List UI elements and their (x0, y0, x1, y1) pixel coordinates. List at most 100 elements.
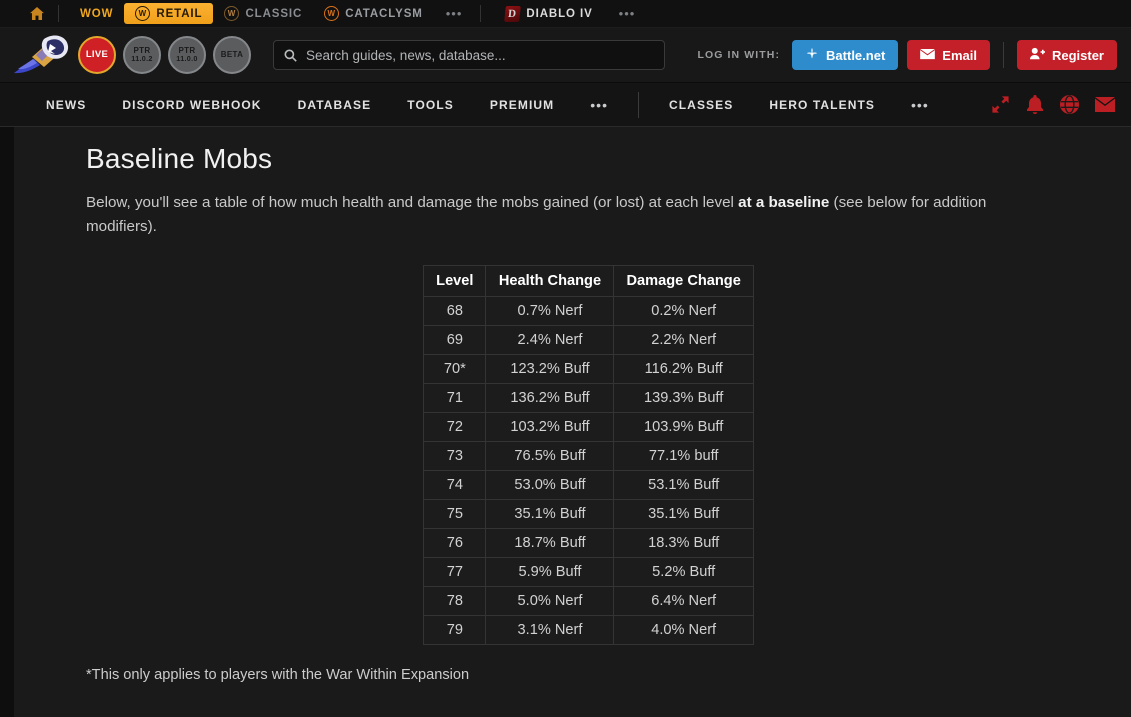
gamebar-label: CATACLYSM (345, 7, 423, 20)
cell-level: 72 (423, 412, 487, 442)
cell-damage-change: 77.1% buff (613, 441, 754, 471)
cell-health-change: 103.2% Buff (485, 412, 615, 442)
main-header-bar: LIVE PTR 11.0.2 PTR 11.0.0 BETA LOG IN W… (0, 28, 1131, 83)
envelope-icon[interactable] (1095, 97, 1115, 112)
table-row: 78 5.0% Nerf 6.4% Nerf (423, 586, 754, 616)
column-header-level: Level (423, 265, 487, 297)
gamebar-item-diablo4[interactable]: D DIABLO IV (491, 3, 606, 24)
wowhead-logo[interactable] (10, 33, 72, 77)
gamebar-item-wow[interactable]: WOW (69, 3, 124, 24)
cell-health-change: 3.1% Nerf (485, 615, 615, 645)
cell-level: 76 (423, 528, 487, 558)
battlenet-icon (805, 47, 819, 64)
gamebar-label: DIABLO IV (526, 7, 593, 20)
cell-health-change: 18.7% Buff (485, 528, 615, 558)
column-header-health-change: Health Change (485, 265, 615, 297)
bell-icon[interactable] (1026, 95, 1044, 114)
home-icon[interactable] (22, 0, 52, 28)
table-row: 74 53.0% Buff 53.1% Buff (423, 470, 754, 500)
search-input[interactable] (306, 47, 654, 63)
diablo-overflow-menu[interactable]: ••• (607, 7, 648, 20)
realm-version: 11.0.2 (131, 54, 153, 64)
gamebar-divider-2 (480, 5, 482, 22)
cell-damage-change: 4.0% Nerf (613, 615, 754, 645)
realm-label: LIVE (85, 49, 109, 61)
cell-health-change: 5.0% Nerf (485, 586, 615, 616)
gamebar-item-cataclysm[interactable]: W CATACLYSM (313, 3, 434, 24)
cell-health-change: 53.0% Buff (485, 470, 615, 500)
realm-beta[interactable]: BETA (213, 36, 251, 74)
nav-item-database[interactable]: DATABASE (280, 83, 390, 127)
cell-level: 68 (423, 296, 487, 326)
table-body: 68 0.7% Nerf 0.2% Nerf 69 2.4% Nerf 2.2%… (423, 296, 754, 645)
table-row: 68 0.7% Nerf 0.2% Nerf (423, 296, 754, 326)
baseline-mobs-table: Level Health Change Damage Change 68 0.7… (423, 265, 754, 645)
gamebar-label: RETAIL (156, 7, 203, 20)
cell-health-change: 136.2% Buff (485, 383, 615, 413)
register-button[interactable]: Register (1016, 40, 1117, 70)
cell-health-change: 5.9% Buff (485, 557, 615, 587)
globe-icon[interactable] (1060, 95, 1079, 114)
search-bar[interactable] (273, 40, 665, 70)
game-selector-bar: WOW W RETAIL W CLASSIC W CATACLYSM ••• D… (0, 0, 1131, 28)
realm-live[interactable]: LIVE (78, 36, 116, 74)
page-title: Baseline Mobs (86, 143, 273, 174)
wow-w-icon: W (224, 6, 240, 21)
primary-nav: NEWS DISCORD WEBHOOK DATABASE TOOLS PREM… (0, 83, 1131, 127)
gamebar-divider-1 (58, 5, 59, 22)
nav-overflow-right[interactable]: ••• (893, 97, 947, 113)
cell-health-change: 76.5% Buff (485, 441, 615, 471)
cell-health-change: 2.4% Nerf (485, 325, 615, 355)
nav-item-classes[interactable]: CLASSES (651, 83, 751, 127)
realm-version: 11.0.0 (176, 54, 198, 64)
button-label: Email (942, 47, 977, 63)
article-content: Baseline Mobs Below, you'll see a table … (14, 127, 1131, 717)
page-body: Baseline Mobs Below, you'll see a table … (0, 127, 1131, 717)
cell-level: 78 (423, 586, 487, 616)
cell-level: 73 (423, 441, 487, 471)
table-row: 71 136.2% Buff 139.3% Buff (423, 383, 754, 413)
envelope-icon (920, 48, 936, 63)
user-plus-icon (1029, 47, 1045, 63)
nav-icon-group (991, 95, 1131, 114)
cell-level: 71 (423, 383, 487, 413)
cell-health-change: 35.1% Buff (485, 499, 615, 529)
cell-damage-change: 103.9% Buff (613, 412, 754, 442)
realm-selector: LIVE PTR 11.0.2 PTR 11.0.0 BETA (78, 36, 251, 74)
cell-level: 69 (423, 325, 487, 355)
gamebar-item-classic[interactable]: W CLASSIC (213, 3, 313, 24)
nav-item-news[interactable]: NEWS (28, 83, 104, 127)
gamebar-overflow-menu[interactable]: ••• (434, 7, 475, 20)
login-area: LOG IN WITH: Battle.net Email Register (697, 40, 1117, 70)
table-head: Level Health Change Damage Change (423, 265, 754, 297)
nav-divider (637, 91, 639, 118)
nav-item-hero-talents[interactable]: HERO TALENTS (751, 83, 893, 127)
battlenet-login-button[interactable]: Battle.net (792, 40, 899, 70)
expand-icon[interactable] (991, 95, 1010, 114)
realm-ptr-11-0-2[interactable]: PTR 11.0.2 (123, 36, 161, 74)
diablo-icon: D (504, 5, 522, 22)
realm-ptr-11-0-0[interactable]: PTR 11.0.0 (168, 36, 206, 74)
wow-w-icon: W (324, 6, 340, 21)
cell-health-change: 123.2% Buff (485, 354, 615, 384)
button-label: Battle.net (826, 47, 886, 63)
search-icon (284, 48, 297, 62)
gamebar-item-retail[interactable]: W RETAIL (124, 3, 214, 24)
nav-item-premium[interactable]: PREMIUM (472, 83, 572, 127)
cell-damage-change: 2.2% Nerf (613, 325, 754, 355)
intro-emphasis: at a baseline (738, 194, 830, 211)
table-row: 70* 123.2% Buff 116.2% Buff (423, 354, 754, 384)
email-login-button[interactable]: Email (907, 40, 990, 70)
realm-label: BETA (220, 49, 244, 59)
table-row: 76 18.7% Buff 18.3% Buff (423, 528, 754, 558)
table-row: 73 76.5% Buff 77.1% buff (423, 441, 754, 471)
cell-level: 74 (423, 470, 487, 500)
column-header-damage-change: Damage Change (613, 265, 754, 297)
nav-item-tools[interactable]: TOOLS (389, 83, 472, 127)
nav-item-discord-webhook[interactable]: DISCORD WEBHOOK (104, 83, 279, 127)
cell-damage-change: 116.2% Buff (613, 354, 754, 384)
cell-damage-change: 53.1% Buff (613, 470, 754, 500)
intro-text-part-1: Below, you'll see a table of how much he… (86, 194, 739, 211)
nav-overflow-left[interactable]: ••• (572, 97, 626, 113)
gamebar-label: CLASSIC (245, 7, 303, 20)
